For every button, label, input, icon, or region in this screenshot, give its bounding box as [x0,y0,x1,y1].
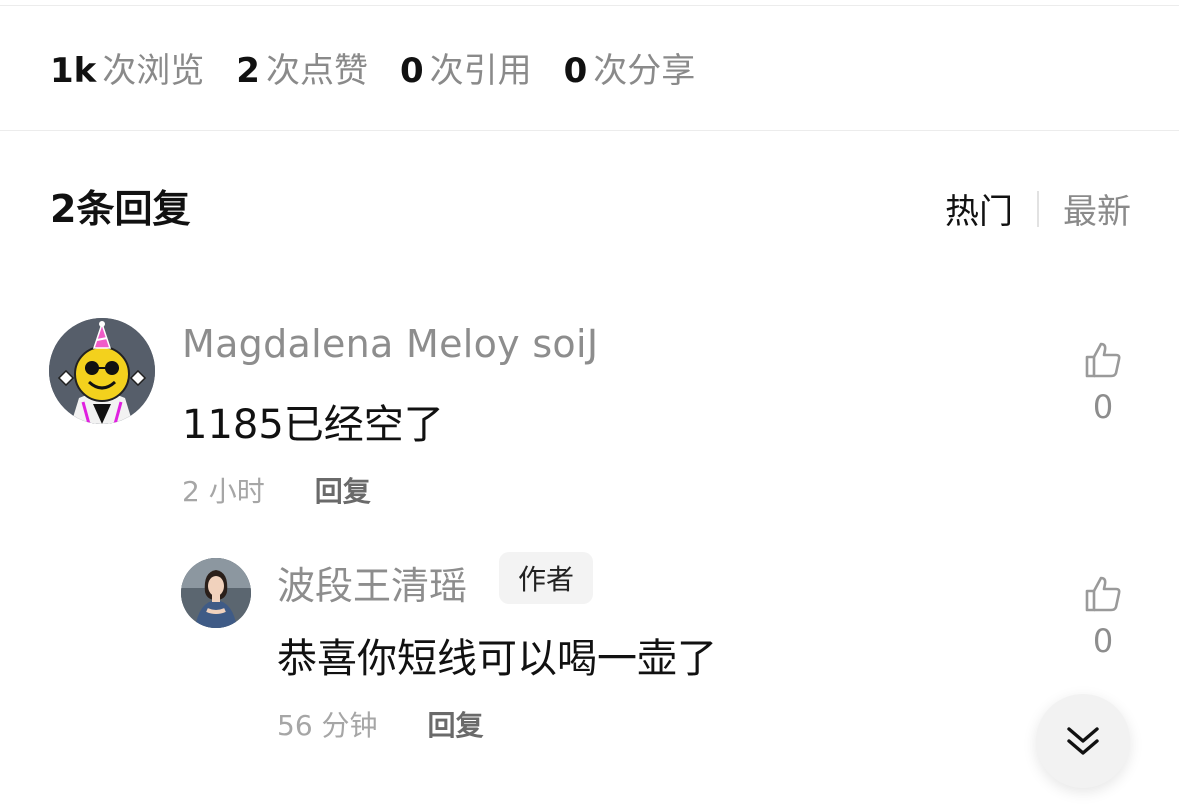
section-divider [0,130,1179,131]
scroll-to-bottom-button[interactable] [1036,694,1130,788]
comment-timestamp: 56 分钟 [277,709,378,742]
sort-toggle: 热门 最新 [945,184,1131,233]
replies-count-title: 2条回复 [50,187,191,231]
woman-portrait-avatar-icon [181,558,251,628]
like-count: 0 [1092,622,1114,660]
reply-button[interactable]: 回复 [428,704,484,744]
stat-quotes: 0 次引用 [400,43,532,92]
stat-shares-label: 次分享 [593,50,696,91]
sort-new-tab[interactable]: 最新 [1063,184,1131,233]
like-button[interactable]: 0 [1073,340,1133,426]
stat-shares: 0 次分享 [564,43,696,92]
stat-likes-count: 2 [236,50,260,91]
comment-meta: 56 分钟 回复 [277,704,484,744]
like-button[interactable]: 0 [1073,574,1133,660]
double-chevron-down-icon [1067,727,1099,755]
post-stats: 1k 次浏览 2 次点赞 0 次引用 0 次分享 [50,40,695,94]
avatar[interactable] [49,318,155,424]
comment-meta: 2 小时 回复 [182,470,371,510]
party-hat-smiley-avatar-icon [49,318,155,424]
comment-text: 1185已经空了 [182,402,444,448]
comment-username[interactable]: Magdalena Meloy soiJ [182,322,598,366]
stat-shares-count: 0 [563,50,588,91]
thumbs-up-icon [1085,576,1121,612]
like-count: 0 [1092,388,1114,426]
stat-views: 1k 次浏览 [50,43,204,92]
comment-timestamp: 2 小时 [182,475,265,508]
reply-button[interactable]: 回复 [315,470,371,510]
comment-text: 恭喜你短线可以喝一壶了 [277,636,717,682]
stat-quotes-count: 0 [399,50,424,91]
sort-separator [1037,190,1039,227]
stat-likes: 2 次点赞 [236,43,368,92]
top-divider [0,5,1179,6]
author-badge: 作者 [499,552,593,604]
comment-username[interactable]: 波段王清瑶 [277,555,467,610]
sort-hot-tab[interactable]: 热门 [945,184,1013,233]
avatar[interactable] [181,558,251,628]
stat-views-count: 1k [50,50,97,91]
stat-views-label: 次浏览 [102,50,205,91]
stat-likes-label: 次点赞 [265,50,368,91]
thumbs-up-icon [1085,342,1121,378]
stat-quotes-label: 次引用 [429,50,532,91]
